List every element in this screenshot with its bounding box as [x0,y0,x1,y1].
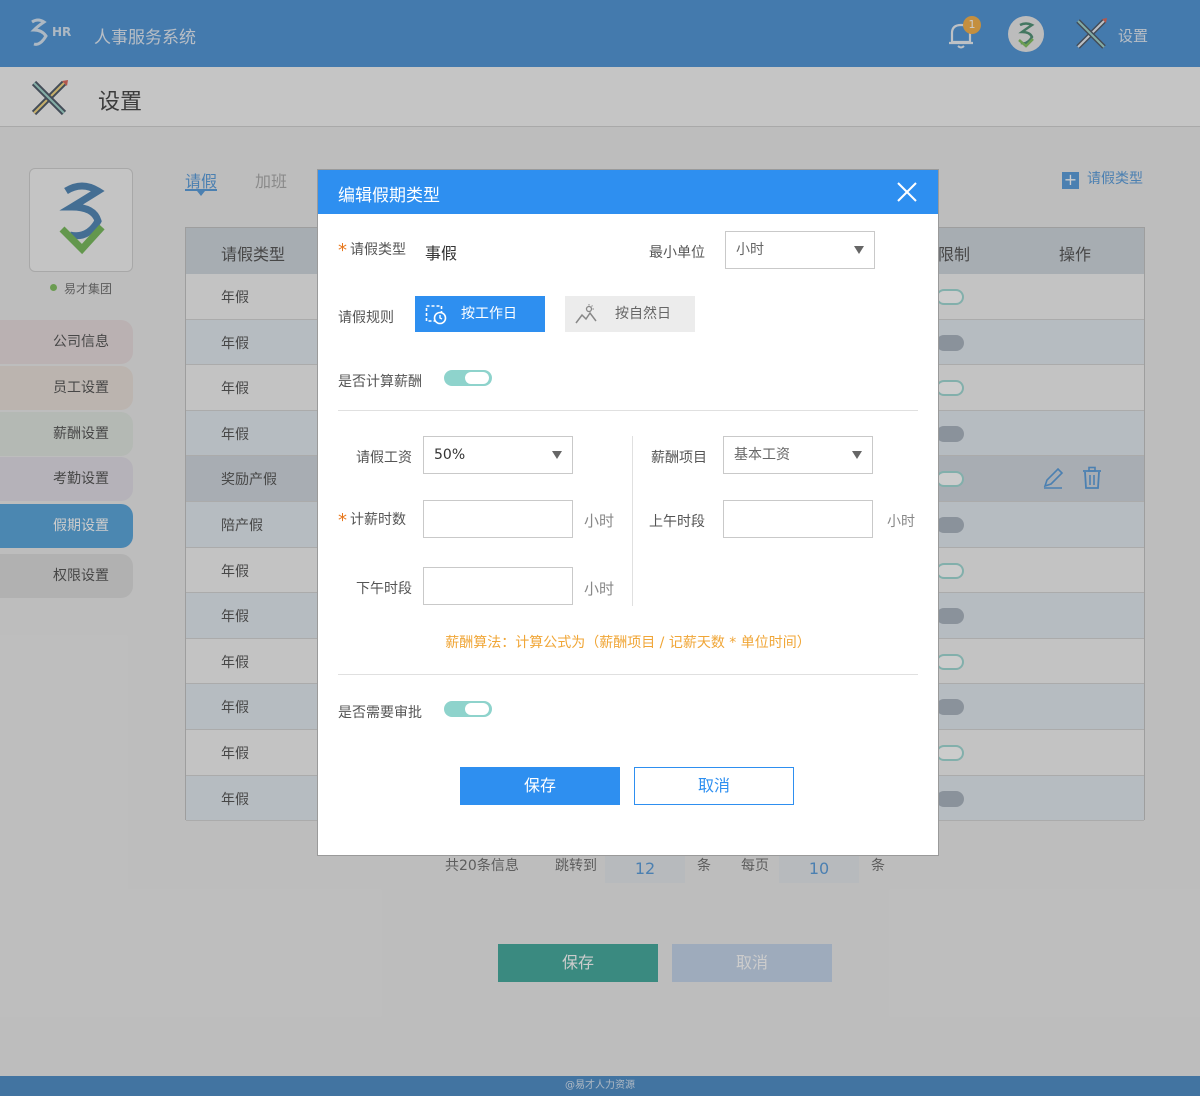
salary-item-value: 基本工资 [734,447,790,463]
dialog-title: 编辑假期类型 [338,186,440,206]
calendar-clock-icon [425,305,447,325]
salary-item-label: 薪酬项目 [651,450,707,466]
dropdown-arrow-icon [552,451,562,459]
pay-hours-input[interactable] [423,500,573,538]
am-period-input[interactable] [723,500,873,538]
hour-unit: 小时 [584,512,615,530]
required-asterisk: * [338,510,347,531]
rule-workday-label: 按工作日 [461,306,517,322]
min-unit-label: 最小单位 [649,245,705,261]
dialog-header: 编辑假期类型 [318,170,938,214]
divider [338,410,918,411]
dropdown-arrow-icon [854,246,864,254]
leave-wage-value: 50% [434,447,466,463]
dropdown-arrow-icon [852,451,862,459]
close-icon[interactable] [896,181,918,203]
approval-label: 是否需要审批 [338,705,422,721]
salary-item-select[interactable]: 基本工资 [723,436,873,474]
calc-salary-label: 是否计算薪酬 [338,374,422,390]
leave-type-value: 事假 [425,244,458,263]
required-asterisk: * [338,240,347,261]
min-unit-select[interactable]: 小时 [725,231,875,269]
leave-type-label-text: 请假类型 [350,242,406,258]
edit-leave-type-dialog: 编辑假期类型 *请假类型 事假 最小单位 小时 请假规则 按工作日 按自然日 [317,169,939,856]
sunrise-landscape-icon [575,304,597,324]
pm-period-input[interactable] [423,567,573,605]
hour-unit: 小时 [887,514,915,530]
leave-type-label: * 请假类型 [338,239,406,261]
pay-hours-label: * 计薪时数 [338,509,406,531]
calc-salary-toggle[interactable] [444,370,492,386]
divider [338,674,918,675]
approval-toggle[interactable] [444,701,492,717]
hour-unit: 小时 [584,580,615,598]
toggle-knob [465,372,489,384]
min-unit-value: 小时 [736,242,764,258]
vertical-divider [632,436,633,606]
rule-workday-button[interactable]: 按工作日 [415,296,545,332]
rule-natural-day-label: 按自然日 [615,306,671,322]
leave-wage-select[interactable]: 50% [423,436,573,474]
toggle-knob [465,703,489,715]
dialog-save-button[interactable]: 保存 [460,767,620,805]
leave-rule-label: 请假规则 [338,310,394,326]
leave-wage-label: 请假工资 [356,450,412,466]
pm-period-label: 下午时段 [356,581,412,597]
dialog-cancel-button[interactable]: 取消 [634,767,794,805]
am-period-label: 上午时段 [649,514,705,530]
rule-natural-day-button[interactable]: 按自然日 [565,296,695,332]
pay-hours-label-text: 计薪时数 [350,512,406,528]
salary-formula-note: 薪酬算法：计算公式为（薪酬项目 / 记薪天数 * 单位时间） [445,635,811,651]
